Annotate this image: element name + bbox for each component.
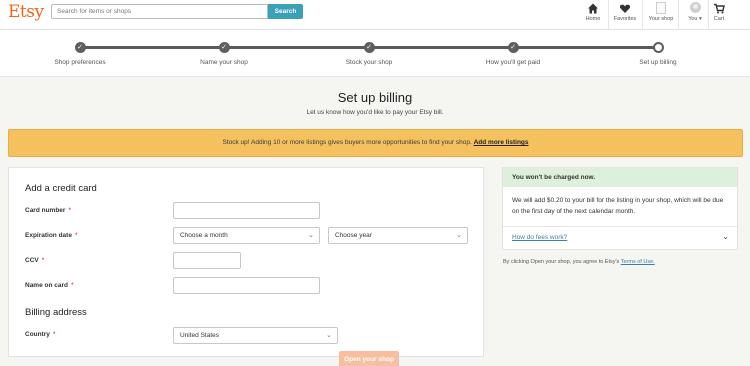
nav-favorites[interactable]: Favorites <box>610 2 640 28</box>
add-listings-link[interactable]: Add more listings <box>474 139 529 146</box>
info-body: We will add $0.20 to your bill for the l… <box>512 197 724 215</box>
etsy-logo[interactable]: Etsy <box>8 2 44 22</box>
heart-icon <box>619 4 631 13</box>
chevron-down-icon: ▾ <box>699 16 702 22</box>
billing-address-title: Billing address <box>25 307 87 318</box>
checkmark-icon: ✓ <box>74 42 86 53</box>
checkmark-icon: ✓ <box>507 42 519 53</box>
home-icon <box>588 3 598 14</box>
charges-info-panel: You won't be charged now. We will add $0… <box>502 167 738 250</box>
search-button[interactable]: Search <box>268 4 303 19</box>
credit-card-title: Add a credit card <box>25 183 97 194</box>
page-title: Set up billing <box>337 90 413 105</box>
expiration-year-select[interactable]: Choose year ⌄ <box>328 227 468 244</box>
step-get-paid[interactable]: ✓ How you'll get paid <box>453 42 573 66</box>
step-label: Name your shop <box>200 59 248 66</box>
terms-link[interactable]: Terms of Use. <box>621 259 655 265</box>
name-on-card-label: Name on card * <box>25 282 74 289</box>
cart-icon <box>714 3 725 14</box>
step-label: Set up billing <box>639 59 677 66</box>
terms-note: By clicking Open your shop, you agree to… <box>503 259 655 265</box>
nav-cart-label: Cart <box>713 16 725 22</box>
chevron-down-icon[interactable]: ⌄ <box>722 232 729 241</box>
search-input[interactable] <box>51 4 268 19</box>
ccv-label: CCV * <box>25 257 45 264</box>
page-subtitle: Let us know how you'd like to pay your E… <box>306 109 444 116</box>
expiration-month-select[interactable]: Choose a month ⌄ <box>173 227 320 244</box>
step-label: Shop preferences <box>54 59 106 66</box>
step-set-up-billing: Set up billing <box>598 42 718 66</box>
nav-home[interactable]: Home <box>578 2 608 28</box>
nav-cart[interactable]: Cart <box>704 2 734 28</box>
top-header: Etsy Search Home Favorites Your shop You… <box>0 0 750 30</box>
checkmark-icon: ✓ <box>218 42 230 53</box>
card-number-input[interactable] <box>173 202 320 219</box>
open-shop-button[interactable]: Open your shop <box>339 351 399 366</box>
chevron-down-icon: ⌄ <box>456 232 462 239</box>
chevron-down-icon: ⌄ <box>308 232 314 239</box>
info-header: You won't be charged now. <box>503 168 737 187</box>
step-name-your-shop[interactable]: ✓ Name your shop <box>164 42 284 66</box>
nav-divider <box>678 0 679 30</box>
credit-card-form: Add a credit card Card number * Expiratio… <box>8 167 484 357</box>
ccv-input[interactable] <box>173 252 241 269</box>
card-number-label: Card number * <box>25 207 71 214</box>
fees-link[interactable]: How do fees work? <box>512 234 567 241</box>
nav-home-label: Home <box>585 16 601 22</box>
expiration-label: Expiration date * <box>25 232 78 239</box>
nav-divider <box>642 0 643 30</box>
progress-stepper: ✓ Shop preferences ✓ Name your shop ✓ St… <box>0 30 750 77</box>
checkmark-icon: ✓ <box>363 42 375 53</box>
current-step-icon <box>652 42 664 53</box>
name-on-card-input[interactable] <box>173 277 320 294</box>
step-label: Stock your shop <box>345 59 393 66</box>
step-stock-your-shop[interactable]: ✓ Stock your shop <box>309 42 429 66</box>
banner-text: Stock up! Adding 10 or more listings giv… <box>222 139 472 146</box>
nav-favorites-label: Favorites <box>613 16 637 22</box>
info-divider <box>503 226 737 227</box>
chevron-down-icon: ⌄ <box>326 332 332 339</box>
country-select[interactable]: United States ⌄ <box>173 327 338 344</box>
step-shop-preferences[interactable]: ✓ Shop preferences <box>20 42 140 66</box>
nav-divider <box>608 0 609 30</box>
country-label: Country * <box>25 331 56 338</box>
stock-up-banner: Stock up! Adding 10 or more listings giv… <box>8 129 743 157</box>
nav-your-shop-label: Your shop <box>648 16 674 22</box>
nav-your-shop[interactable]: Your shop <box>646 2 676 28</box>
step-label: How you'll get paid <box>485 59 541 66</box>
shop-icon <box>646 2 676 15</box>
